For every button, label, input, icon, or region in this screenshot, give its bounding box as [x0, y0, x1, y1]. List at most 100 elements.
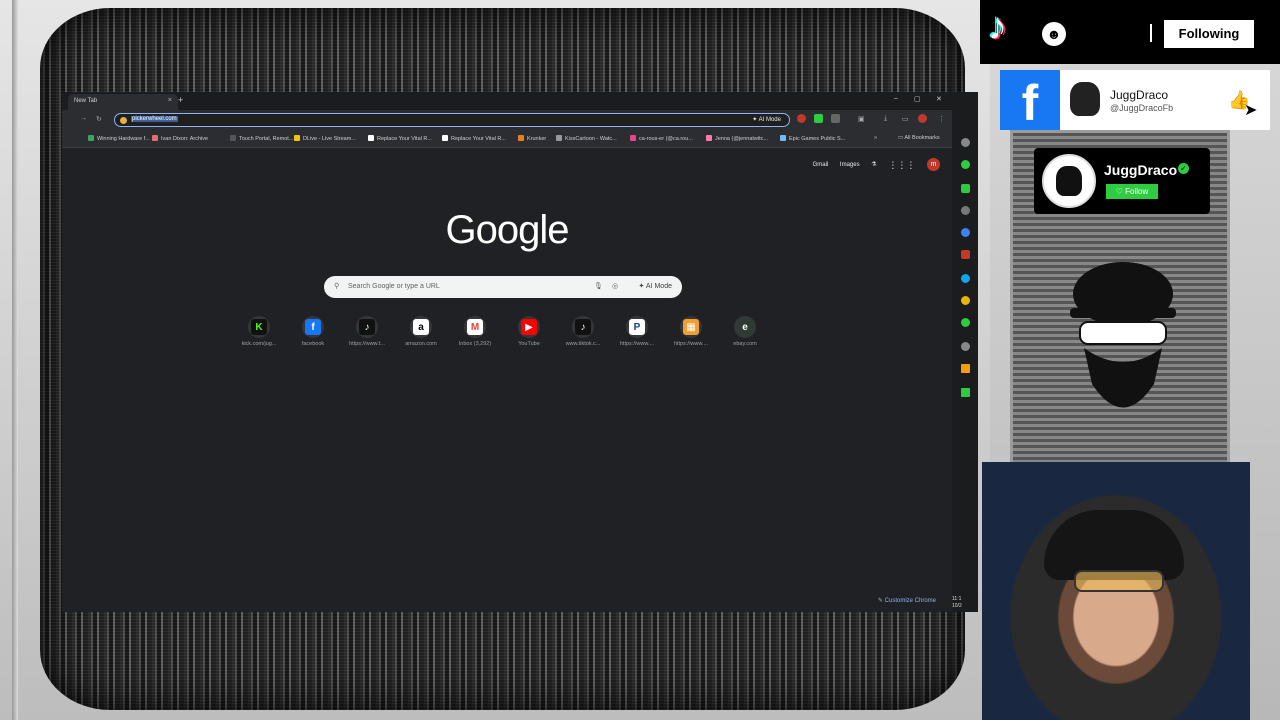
bookmark-item[interactable]: Replace Your Vital R...	[368, 135, 432, 142]
shortcut-icon: M	[464, 316, 486, 338]
taskbar-app-icon[interactable]	[961, 184, 970, 193]
shortcut-glyph: ♪	[575, 319, 591, 335]
new-tab-button[interactable]: +	[178, 95, 183, 105]
bookmark-item[interactable]: Touch Portal, Remot...	[230, 135, 293, 142]
shortcut-tile[interactable]: Kkick.com/jug...	[236, 316, 282, 347]
taskbar-app-icon[interactable]	[961, 138, 970, 147]
bookmark-item[interactable]: ca-rous-er (@ca.rou...	[630, 135, 693, 142]
shortcut-tile[interactable]: ▦ https://www....	[668, 316, 714, 347]
chrome-browser-window: New Tab × + – ▢ ✕ → ↻ pickerwheel.com ✦ …	[62, 92, 952, 612]
account-avatar[interactable]: m	[927, 158, 940, 171]
bookmark-favicon-icon	[88, 135, 94, 141]
bookmark-label: Krunker	[527, 136, 547, 142]
bookmark-item[interactable]: Winning Hardware f...	[88, 135, 150, 142]
fb-avatar	[1070, 82, 1100, 116]
search-ai-mode-button[interactable]: ✦ AI Mode	[638, 282, 672, 290]
extension-icon[interactable]	[814, 114, 823, 123]
lens-icon[interactable]: ◎	[612, 282, 618, 290]
bookmark-item[interactable]: Jenna (@jennatwitc...	[706, 135, 768, 142]
bookmarks-overflow-icon[interactable]: »	[874, 135, 877, 141]
shortcut-tile[interactable]: f facebook	[290, 316, 336, 347]
maximize-button[interactable]: ▢	[914, 95, 921, 103]
mic-icon[interactable]: 🎙	[594, 282, 603, 290]
shortcut-glyph: e	[737, 319, 753, 335]
minimize-button[interactable]: –	[894, 95, 898, 102]
images-link[interactable]: Images	[840, 162, 860, 168]
labs-icon[interactable]: ⚗	[871, 162, 876, 168]
taskbar-app-icon[interactable]	[961, 206, 970, 215]
bookmark-favicon-icon	[630, 135, 636, 141]
bookmark-item[interactable]: DLive - Live Stream...	[294, 135, 356, 142]
mascot-glasses	[1079, 321, 1167, 345]
webcam-feed	[982, 462, 1250, 720]
bookmark-item[interactable]: Krunker	[518, 135, 546, 142]
bookmark-item[interactable]: Epic Games Public S...	[780, 135, 845, 142]
follow-button[interactable]: ♡ Follow	[1106, 184, 1158, 199]
close-window-button[interactable]: ✕	[936, 95, 942, 103]
shortcut-label: https://www....	[619, 341, 655, 347]
shortcut-label: Inbox (3,292)	[458, 341, 492, 347]
reload-icon[interactable]: ↻	[96, 115, 102, 123]
divider	[1150, 24, 1152, 42]
shortcut-label: ebay.com	[733, 341, 757, 347]
shortcut-glyph: P	[629, 319, 645, 335]
tab-title: New Tab	[74, 98, 98, 104]
bookmark-favicon-icon	[442, 135, 448, 141]
cast-icon[interactable]: ▭	[902, 115, 909, 123]
bookmark-label: Jenna (@jennatwitc...	[715, 136, 768, 142]
shortcut-glyph: a	[413, 319, 429, 335]
address-bar-url[interactable]: pickerwheel.com	[131, 116, 178, 122]
gmail-link[interactable]: Gmail	[813, 162, 829, 168]
taskbar-app-icon[interactable]	[961, 274, 970, 283]
customize-chrome-button[interactable]: ✎ Customize Chrome	[878, 597, 936, 604]
all-bookmarks-button[interactable]: ▭ All Bookmarks	[898, 135, 940, 141]
shortcut-glyph: ♪	[359, 319, 375, 335]
bookmark-item[interactable]: KissCartoon - Watc...	[556, 135, 617, 142]
ai-mode-button[interactable]: ✦ AI Mode	[752, 116, 781, 123]
kick-follow-card: JuggDraco ✓ ♡ Follow	[1034, 148, 1210, 214]
tab-close-icon[interactable]: ×	[168, 97, 172, 104]
shortcut-tile[interactable]: ▶ YouTube	[506, 316, 552, 347]
address-bar[interactable]: pickerwheel.com ✦ AI Mode	[114, 113, 790, 127]
bookmark-item[interactable]: Ivan Dixon: Archive	[152, 135, 208, 142]
download-icon[interactable]: ⤓	[884, 115, 887, 123]
search-input[interactable]: Search Google or type a URL	[348, 283, 440, 290]
shortcut-icon: P	[626, 316, 648, 338]
puzzle-extension-icon[interactable]	[831, 114, 840, 123]
profile-icon[interactable]	[918, 114, 927, 123]
search-box[interactable]: ⚲ Search Google or type a URL 🎙 ◎ ✦ AI M…	[324, 276, 682, 298]
taskbar-app-icon[interactable]	[961, 364, 970, 373]
taskbar-app-icon[interactable]	[961, 250, 970, 259]
shortcut-tile[interactable]: ♪ https://www.t...	[344, 316, 390, 347]
menu-kebab-icon[interactable]: ⋮	[938, 115, 945, 123]
bookmark-label: Epic Games Public S...	[789, 136, 846, 142]
shortcut-tile[interactable]: a amazon.com	[398, 316, 444, 347]
shortcut-label: kick.com/jug...	[241, 341, 277, 347]
bookmark-item[interactable]: Replace Your Vital R...	[442, 135, 506, 142]
bookmark-favicon-icon	[706, 135, 712, 141]
shortcut-tile[interactable]: ♪ www.tiktok.c...	[560, 316, 606, 347]
shortcut-tile[interactable]: Phttps://www....	[614, 316, 660, 347]
shortcut-icon: a	[410, 316, 432, 338]
taskbar-app-icon[interactable]	[961, 228, 970, 237]
forward-icon[interactable]: →	[80, 115, 87, 122]
mouse-cursor-icon: ➤	[1244, 102, 1258, 119]
shortcut-tile[interactable]: e ebay.com	[722, 316, 768, 347]
record-extension-icon[interactable]	[797, 114, 806, 123]
follow-name: JuggDraco	[1104, 162, 1178, 178]
shortcut-label: facebook	[301, 341, 325, 347]
taskbar-app-icon[interactable]	[961, 388, 970, 397]
bookmark-label: Ivan Dixon: Archive	[161, 136, 209, 142]
chrome-taskbar-icon[interactable]	[961, 296, 970, 305]
tab-new-tab[interactable]: New Tab ×	[68, 94, 178, 110]
fb-handle: @JuggDracoFb	[1110, 103, 1174, 113]
shortcut-tile[interactable]: M Inbox (3,292)	[452, 316, 498, 347]
taskbar-app-icon[interactable]	[961, 160, 970, 169]
taskbar-app-icon[interactable]	[961, 318, 970, 327]
taskbar-app-icon[interactable]	[961, 342, 970, 351]
bookmark-favicon-icon	[294, 135, 300, 141]
following-button[interactable]: Following	[1164, 20, 1254, 48]
apps-grid-icon[interactable]: ⋮⋮⋮	[888, 160, 915, 171]
shortcut-icon: ▶	[518, 316, 540, 338]
sidepanel-icon[interactable]: ▣	[858, 115, 865, 123]
